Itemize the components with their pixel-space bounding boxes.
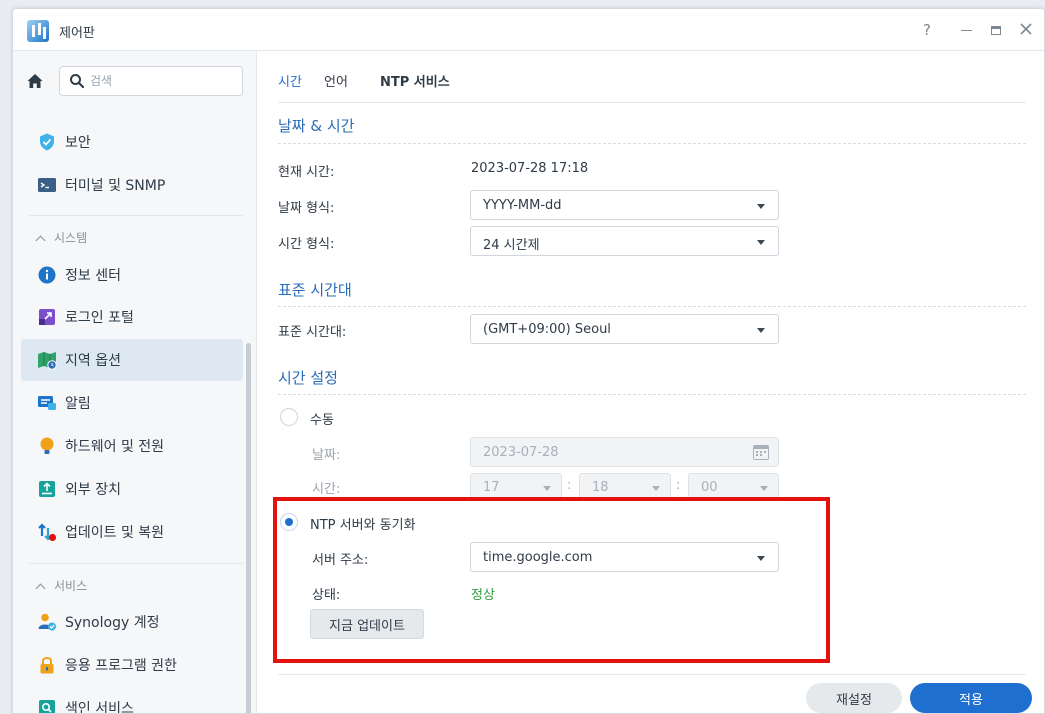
sidebar-item-notification[interactable]: 알림 [21,382,243,424]
date-input[interactable]: 2023-07-28 [470,437,779,467]
tab-ntp-service[interactable]: NTP 서비스 [380,71,450,90]
search-icon [70,74,85,89]
synology-account-icon [37,612,57,632]
maximize-button[interactable] [987,21,1005,39]
section-title-date-time: 날짜 & 시간 [278,117,355,135]
chevron-down-icon [757,240,765,245]
section-divider [278,143,1026,144]
sidebar: 보안 터미널 및 SNMP 시스템 정보 센터 로그인 포털 지역 [13,51,257,713]
manual-radio[interactable] [280,408,298,426]
tab-bar: 시간 언어 NTP 서비스 [278,51,1026,103]
chevron-down-icon [760,486,768,491]
update-now-button[interactable]: 지금 업데이트 [310,609,424,639]
section-system[interactable]: 시스템 [35,229,87,246]
notification-icon [37,393,57,413]
ntp-sync-radio[interactable] [280,513,298,531]
second-select[interactable]: 00 [688,473,779,501]
chevron-down-icon [757,556,765,561]
section-divider [278,306,1026,307]
tab-time[interactable]: 시간 [278,71,302,90]
sidebar-item-login-portal[interactable]: 로그인 포털 [21,296,243,338]
minimize-icon [960,29,972,32]
sidebar-item-info-center[interactable]: 정보 센터 [21,254,243,296]
main-content: 시간 언어 NTP 서비스 날짜 & 시간 현재 시간: 2023-07-28 … [258,51,1044,713]
lightbulb-icon [37,436,57,456]
maximize-icon [991,26,1001,35]
calendar-icon [753,445,769,460]
index-search-icon [37,698,57,713]
server-address-select[interactable]: time.google.com [470,542,779,572]
tab-language[interactable]: 언어 [324,71,348,90]
home-icon [27,74,43,88]
chevron-down-icon [652,486,660,491]
sidebar-item-regional-options[interactable]: 지역 옵션 [21,339,243,381]
chevron-up-icon [35,235,46,246]
sidebar-item-app-privileges[interactable]: 응용 프로그램 권한 [21,644,243,686]
search-input[interactable] [90,72,230,90]
time-colon: : [676,478,681,493]
section-title-timezone: 표준 시간대 [278,281,352,299]
update-restore-icon [37,522,57,542]
close-button[interactable] [1017,21,1035,39]
section-services[interactable]: 서비스 [35,577,87,594]
sidebar-divider [29,215,243,216]
time-format-label: 시간 형식: [278,237,335,252]
current-time-value: 2023-07-28 17:18 [471,161,589,176]
ntp-sync-radio-label: NTP 서버와 동기화 [310,518,416,533]
control-panel-icon [27,20,49,42]
region-map-icon [37,350,57,370]
chevron-down-icon [543,486,551,491]
login-portal-icon [37,307,57,327]
chevron-up-icon [35,583,46,594]
title-bar: 제어판 ? [13,9,1044,51]
close-icon [1020,23,1032,35]
external-device-icon [37,479,57,499]
sidebar-item-synology-account[interactable]: Synology 계정 [21,601,243,643]
date-label: 날짜: [312,448,341,463]
sidebar-item-external-devices[interactable]: 외부 장치 [21,468,243,510]
apply-button[interactable]: 적용 [910,683,1032,713]
chevron-down-icon [757,328,765,333]
time-colon: : [567,478,572,493]
status-label: 상태: [312,588,341,603]
date-format-label: 날짜 형식: [278,201,335,216]
server-address-label: 서버 주소: [312,553,369,568]
sidebar-divider [29,563,243,564]
home-button[interactable] [23,69,47,93]
sidebar-item-terminal[interactable]: 터미널 및 SNMP [21,164,243,206]
chevron-down-icon [757,204,765,209]
control-panel-window: 제어판 ? 보안 터미널 및 SNMP 시스템 [12,8,1045,714]
lock-icon [37,655,57,675]
current-time-label: 현재 시간: [278,165,335,180]
sidebar-item-hardware-power[interactable]: 하드웨어 및 전원 [21,425,243,467]
timezone-select[interactable]: (GMT+09:00) Seoul [470,314,779,344]
sidebar-item-security[interactable]: 보안 [21,121,243,163]
time-format-select[interactable]: 24 시간제 [470,226,779,256]
sidebar-item-indexing-service[interactable]: 색인 서비스 [21,687,243,713]
search-box[interactable] [59,66,243,96]
minute-select[interactable]: 18 [579,473,671,501]
footer-divider [278,674,1026,675]
manual-radio-label: 수동 [310,413,334,428]
sidebar-scrollbar[interactable] [246,343,251,713]
status-value: 정상 [471,588,495,603]
time-label: 시간: [312,482,341,497]
shield-check-icon [37,132,57,152]
section-divider [278,394,1026,395]
sidebar-item-update-restore[interactable]: 업데이트 및 복원 [21,511,243,553]
timezone-label: 표준 시간대: [278,325,347,340]
hour-select[interactable]: 17 [470,473,562,501]
info-icon [37,265,57,285]
section-title-time-setting: 시간 설정 [278,369,338,387]
window-title: 제어판 [59,26,95,41]
terminal-icon [37,175,57,195]
reset-button[interactable]: 재설정 [806,683,902,713]
minimize-button[interactable] [957,21,975,39]
date-format-select[interactable]: YYYY-MM-dd [470,190,779,220]
help-button[interactable]: ? [918,21,936,39]
